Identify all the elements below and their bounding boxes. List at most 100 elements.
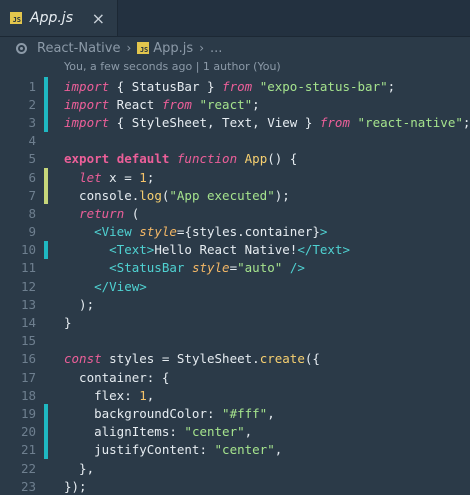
code-token: return: [79, 205, 125, 221]
code-line[interactable]: 5 export default function App() {: [0, 150, 470, 168]
line-number: 13: [20, 296, 36, 312]
git-added-indicator: [44, 77, 48, 96]
code-text: flex: 1,: [64, 388, 154, 403]
code-line[interactable]: 18 flex: 1,: [0, 386, 470, 404]
code-text: let x = 1;: [64, 170, 154, 185]
tab-title: App.js: [30, 10, 73, 26]
breadcrumb-more[interactable]: ...: [210, 41, 222, 56]
gutter-spacer: [44, 477, 48, 495]
breadcrumb-file[interactable]: App.js: [153, 41, 193, 56]
code-token: create: [259, 351, 305, 367]
code-text: return (: [64, 206, 139, 221]
code-line[interactable]: 23});: [0, 477, 470, 495]
gutter-spacer: [44, 350, 48, 368]
js-file-icon: JS: [137, 42, 150, 54]
close-icon[interactable]: ×: [92, 9, 105, 28]
code-line[interactable]: 2 import React from "react";: [0, 95, 470, 114]
git-modified-indicator: [44, 167, 48, 187]
code-token: Hello React Native!: [154, 242, 298, 258]
line-number: 15: [20, 333, 36, 349]
code-line[interactable]: 10 <Text>Hello React Native!</Text>: [0, 240, 470, 259]
code-text: </View>: [64, 279, 147, 294]
code-line[interactable]: 7 console.log("App executed");: [0, 186, 470, 205]
breadcrumb-project[interactable]: React-Native: [37, 41, 120, 56]
gutter-spacer: [44, 277, 48, 295]
code-text: }: [64, 315, 72, 330]
code-token: </Text>: [297, 242, 350, 258]
git-added-indicator: [44, 95, 48, 114]
code-line[interactable]: 19 backgroundColor: "#fff",: [0, 404, 470, 423]
editor-tab-bar: JS App.js ×: [0, 0, 470, 37]
code-token: ;: [387, 78, 396, 94]
code-editor[interactable]: 1 import { StatusBar } from "expo-status-…: [0, 77, 470, 495]
line-number: 2: [28, 96, 36, 112]
line-number: 11: [20, 260, 36, 276]
line-number: 18: [20, 387, 36, 403]
code-token: () {: [267, 151, 298, 167]
code-line[interactable]: 12 </View>: [0, 277, 470, 295]
gutter-spacer: [44, 459, 48, 477]
code-token: { StyleSheet, Text, View }: [109, 114, 320, 130]
line-number: 6: [28, 169, 36, 185]
code-line[interactable]: 6 let x = 1;: [0, 167, 470, 187]
gutter-spacer: [44, 223, 48, 241]
code-token: >: [319, 224, 328, 240]
code-token: from: [161, 96, 192, 112]
code-token: "#fff": [222, 405, 268, 421]
js-icon: JS: [10, 12, 22, 24]
code-token: function: [176, 151, 238, 167]
code-line[interactable]: 4: [0, 132, 470, 150]
code-token: import: [64, 114, 110, 130]
gutter-spacer: [44, 313, 48, 331]
code-text: alignItems: "center",: [64, 424, 252, 439]
code-token: "auto": [237, 260, 283, 276]
code-token: const: [64, 351, 102, 367]
code-token: 1: [139, 387, 147, 403]
line-number: 9: [28, 224, 36, 240]
git-blame-annotation[interactable]: You, a few seconds ago | 1 author (You): [0, 59, 470, 75]
code-text: });: [64, 479, 87, 494]
line-number: 20: [20, 424, 36, 440]
code-token: styles = StyleSheet.: [101, 351, 260, 367]
tab-app-js[interactable]: JS App.js ×: [0, 0, 118, 36]
code-line[interactable]: 21 justifyContent: "center",: [0, 440, 470, 459]
code-token: React: [109, 96, 162, 112]
code-token: let: [79, 169, 102, 185]
code-line[interactable]: 17 container: {: [0, 368, 470, 386]
code-line[interactable]: 16 const styles = StyleSheet.create({: [0, 350, 470, 368]
chevron-right-icon: ›: [126, 41, 132, 55]
code-text: export default function App() {: [64, 151, 297, 166]
code-token: <StatusBar: [109, 260, 185, 276]
code-token: log: [139, 187, 162, 203]
code-token: flex:: [64, 387, 140, 403]
code-line[interactable]: 20 alignItems: "center",: [0, 422, 470, 441]
code-text: const styles = StyleSheet.create({: [64, 351, 320, 366]
code-token: "react": [199, 96, 253, 112]
code-token: import: [64, 78, 110, 94]
code-line[interactable]: 3 import { StyleSheet, Text, View } from …: [0, 113, 470, 132]
code-line[interactable]: 8 return (: [0, 204, 470, 222]
code-line[interactable]: 15: [0, 332, 470, 350]
code-line[interactable]: 22 },: [0, 459, 470, 477]
code-token: { StatusBar }: [109, 78, 223, 94]
gutter-spacer: [44, 132, 48, 150]
code-token: App: [244, 151, 268, 167]
code-line[interactable]: 1 import { StatusBar } from "expo-status-…: [0, 77, 470, 96]
code-line[interactable]: 11 <StatusBar style="auto" />: [0, 259, 470, 277]
line-number: 8: [28, 205, 36, 221]
code-token: 1: [139, 169, 147, 185]
code-line[interactable]: 9 <View style={styles.container}>: [0, 223, 470, 241]
code-line[interactable]: 13 );: [0, 295, 470, 313]
code-line[interactable]: 14}: [0, 313, 470, 331]
line-number: 3: [28, 114, 36, 130]
code-text: console.log("App executed");: [64, 188, 290, 203]
code-token: ({: [304, 351, 320, 367]
code-token: from: [222, 78, 253, 94]
